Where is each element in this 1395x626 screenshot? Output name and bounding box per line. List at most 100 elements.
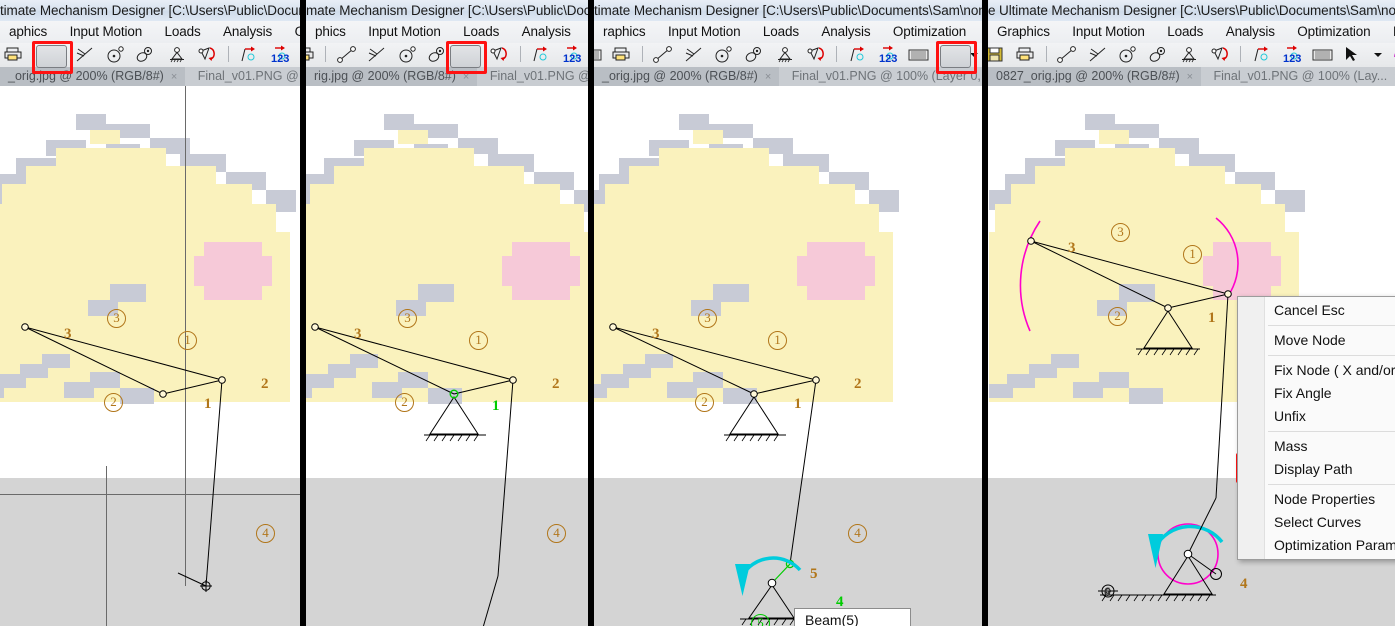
cut-link-icon[interactable] [681, 43, 707, 65]
context-item-optimization-parameter[interactable]: Optimization Parameter [1238, 534, 1395, 557]
tab-final-png[interactable]: Final_v01.PNG @ 100% [482, 67, 588, 86]
context-item-node-properties[interactable]: Node Properties [1238, 488, 1395, 511]
add-slider-icon[interactable] [742, 43, 768, 65]
add-ground-pivot-icon[interactable] [1176, 43, 1202, 65]
numbering-123-icon[interactable]: 123 [559, 43, 585, 65]
menu-input-motion[interactable]: Input Motion [659, 21, 750, 43]
add-triangle-link-icon[interactable] [1207, 43, 1233, 65]
numbering-123-icon[interactable]: 123 [267, 43, 293, 65]
keyboard-icon[interactable] [1309, 43, 1335, 65]
add-ground-pivot-icon[interactable] [164, 43, 190, 65]
add-link-icon[interactable] [334, 43, 360, 65]
panel-divider-3 [982, 0, 988, 626]
dropdown-arrow-icon[interactable] [1370, 43, 1384, 65]
tab-close-icon[interactable]: × [463, 71, 469, 83]
menu-loads[interactable]: Loads [1158, 21, 1212, 43]
context-item-select-curves[interactable]: Select Curves [1238, 511, 1395, 534]
cut-link-icon[interactable] [1085, 43, 1111, 65]
path-point-icon[interactable] [845, 43, 871, 65]
menu-analysis[interactable]: Analysis [214, 21, 281, 43]
context-item-move-node[interactable]: Move Node [1238, 329, 1395, 352]
save-icon[interactable] [988, 43, 1008, 65]
panel-3-toolbar[interactable]: 123 [594, 43, 982, 68]
path-point-icon[interactable] [1249, 43, 1275, 65]
menu-graphics[interactable]: Graphics [988, 21, 1059, 43]
add-link-icon[interactable] [1054, 43, 1080, 65]
cut-link-icon[interactable] [364, 43, 390, 65]
panel-1-menubar[interactable]: aphics Input Motion Loads Analysis Optim… [0, 21, 300, 44]
context-item-cancel[interactable]: Cancel Esc [1238, 299, 1395, 322]
add-circle-node-icon[interactable] [1115, 43, 1141, 65]
menu-graphics[interactable]: phics [306, 21, 355, 43]
panel-2-canvas[interactable]: 3 1 2 5 4 3 1 2 4 5 [306, 86, 588, 626]
node-context-menu[interactable]: Cancel Esc Move Node Fix Node ( X and/or… [1237, 296, 1395, 560]
menu-loads[interactable]: Loads [754, 21, 808, 43]
add-slider-icon[interactable] [133, 43, 159, 65]
path-point-icon[interactable] [236, 43, 262, 65]
tab-final-png[interactable]: Final_v01.PNG @ 100% (Layer 0, RGB/8) [784, 67, 982, 86]
add-link-icon[interactable] [650, 43, 676, 65]
menu-input-motion[interactable]: Input Motion [1063, 21, 1154, 43]
tab-close-icon[interactable]: × [765, 71, 771, 83]
panel-3-menubar[interactable]: raphics Input Motion Loads Analysis Opti… [594, 21, 982, 44]
print-icon[interactable] [0, 43, 26, 65]
input-motion-rotation-icon[interactable] [1389, 43, 1395, 65]
add-ground-pivot-icon[interactable] [772, 43, 798, 65]
panel-4-menubar[interactable]: Graphics Input Motion Loads Analysis Opt… [988, 21, 1395, 44]
menu-optimization[interactable]: Optimization [884, 21, 975, 43]
add-circle-node-icon[interactable] [711, 43, 737, 65]
menu-optimization[interactable]: Optimization [1288, 21, 1379, 43]
add-slider-icon[interactable] [1146, 43, 1172, 65]
panel-2-tabstrip[interactable]: rig.jpg @ 200% (RGB/8#)× Final_v01.PNG @… [306, 67, 588, 86]
print-icon[interactable] [306, 43, 318, 65]
numbering-123-icon[interactable]: 123 [1279, 43, 1305, 65]
menu-analysis[interactable]: Analysis [812, 21, 879, 43]
select-arrow-icon[interactable] [1340, 43, 1366, 65]
print-icon[interactable] [1012, 43, 1038, 65]
menu-graphics[interactable]: raphics [594, 21, 654, 43]
tab-orig-jpg[interactable]: rig.jpg @ 200% (RGB/8#) × [306, 67, 478, 86]
cut-link-icon[interactable] [72, 43, 98, 65]
menu-display[interactable]: Display [1384, 21, 1395, 43]
context-item-display-path[interactable]: Display Path [1238, 458, 1395, 481]
context-item-fix-angle[interactable]: Fix Angle [1238, 382, 1395, 405]
menu-analysis[interactable]: Analysis [1217, 21, 1284, 43]
add-triangle-link-icon[interactable] [194, 43, 220, 65]
keyboard-icon[interactable] [594, 43, 604, 65]
print-icon[interactable] [608, 43, 634, 65]
menu-analysis[interactable]: Analysis [513, 21, 580, 43]
tab-orig-jpg[interactable]: _orig.jpg @ 200% (RGB/8#) × [0, 67, 186, 86]
add-slider-icon[interactable] [425, 43, 451, 65]
menu-loads[interactable]: Loads [156, 21, 210, 43]
menu-input-motion[interactable]: Input Motion [61, 21, 152, 43]
tab-close-icon[interactable]: × [1187, 71, 1193, 83]
menu-optimization[interactable]: Optimizatio [286, 21, 300, 43]
panel-4-toolbar[interactable]: 123 [988, 43, 1395, 68]
add-triangle-link-icon[interactable] [803, 43, 829, 65]
numbering-123-icon[interactable]: 123 [875, 43, 901, 65]
add-circle-node-icon[interactable] [103, 43, 129, 65]
add-circle-node-icon[interactable] [395, 43, 421, 65]
panel-1-canvas[interactable]: 3 1 2 4 3 1 2 4 [0, 86, 300, 626]
tab-orig-jpg[interactable]: 0827_orig.jpg @ 200% (RGB/8#) × [988, 67, 1202, 86]
menu-input-motion[interactable]: Input Motion [359, 21, 450, 43]
panel-1-tabstrip[interactable]: _orig.jpg @ 200% (RGB/8#) × Final_v01.PNG… [0, 67, 300, 86]
menu-loads[interactable]: Loads [454, 21, 508, 43]
menu-graphics[interactable]: aphics [0, 21, 56, 43]
context-item-unfix[interactable]: Unfix [1238, 405, 1395, 428]
label-link-1: 1 [1208, 310, 1216, 326]
path-point-icon[interactable] [528, 43, 554, 65]
tab-final-png[interactable]: Final_v01.PNG @ 100% [190, 67, 300, 86]
panel-3-tabstrip[interactable]: _orig.jpg @ 200% (RGB/8#) × Final_v01.PNG… [594, 67, 982, 86]
context-item-fix-node[interactable]: Fix Node ( X and/or Y ) [1238, 359, 1395, 382]
panel-2-menubar[interactable]: phics Input Motion Loads Analysis Optimi… [306, 21, 588, 44]
panel-2-toolbar[interactable]: 123 [306, 43, 588, 68]
panel-4-tabstrip[interactable]: 0827_orig.jpg @ 200% (RGB/8#) × Final_v01… [988, 67, 1395, 86]
tab-close-icon[interactable]: × [171, 71, 177, 83]
keyboard-icon[interactable] [905, 43, 931, 65]
context-item-mass[interactable]: Mass [1238, 435, 1395, 458]
panel-3-canvas[interactable]: 3 1 2 5 4 3 1 2 4 5 Beam(5) [594, 86, 982, 626]
tab-orig-jpg[interactable]: _orig.jpg @ 200% (RGB/8#) × [594, 67, 780, 86]
add-triangle-link-icon[interactable] [486, 43, 512, 65]
tab-final-png[interactable]: Final_v01.PNG @ 100% (Lay...× [1206, 67, 1395, 86]
